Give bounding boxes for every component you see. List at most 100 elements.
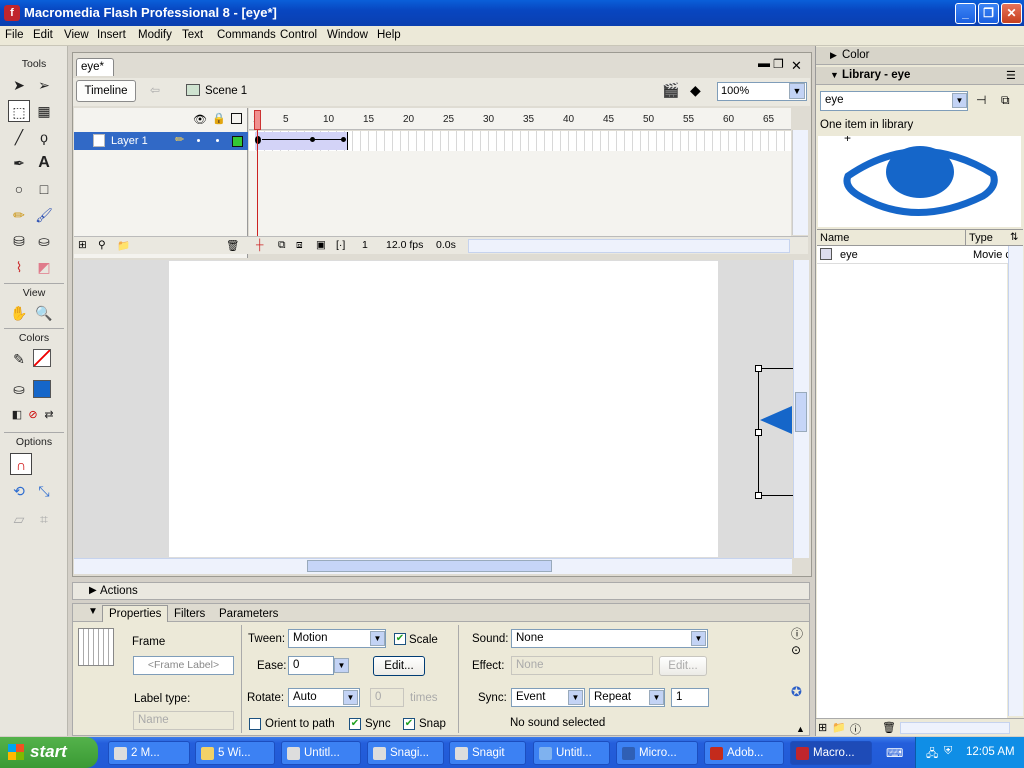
layer-name[interactable]: Layer 1 [111, 135, 148, 147]
edit-scene-icon[interactable]: 🎬 [662, 82, 680, 100]
chevron-down-icon[interactable]: ▼ [691, 631, 706, 646]
frame-ruler[interactable]: 1 5 10 15 20 25 30 35 40 45 50 55 60 65 [249, 108, 791, 130]
lock-dot[interactable] [216, 139, 219, 142]
menu-window[interactable]: Window [327, 29, 368, 41]
maximize-button[interactable]: ❐ [978, 3, 999, 24]
keyframe-start[interactable] [255, 136, 261, 144]
help-icon[interactable]: ⓘ [791, 625, 803, 642]
subselect-tool-icon[interactable]: ➢ [33, 74, 55, 96]
chevron-down-icon[interactable]: ▼ [334, 658, 349, 673]
transform-handle[interactable] [755, 492, 762, 499]
swap-colors-icon[interactable]: ⇄ [38, 404, 60, 426]
outline-icon[interactable] [231, 113, 242, 124]
scroll-thumb[interactable] [795, 392, 807, 432]
menu-edit[interactable]: Edit [33, 29, 53, 41]
edit-icon[interactable]: ⊙ [791, 643, 801, 657]
insert-layer-icon[interactable]: ⊞ [78, 239, 87, 251]
library-horizontal-scrollbar[interactable] [900, 722, 1010, 734]
motion-tween-span[interactable] [255, 132, 348, 150]
new-folder-icon[interactable]: 📁 [832, 721, 846, 734]
taskbar-item[interactable]: Adob... [704, 741, 784, 765]
paint-bucket-tool-icon[interactable]: ⛀ [33, 230, 55, 252]
gradient-transform-tool-icon[interactable]: ▦ [33, 100, 55, 122]
taskbar-item[interactable]: Micro... [616, 741, 698, 765]
brush-tool-icon[interactable]: 🖌 [33, 204, 55, 226]
taskbar-item[interactable]: Snagi... [367, 741, 444, 765]
chevron-down-icon[interactable]: ▼ [789, 83, 805, 99]
edit-symbols-icon[interactable]: ◆ [690, 82, 708, 100]
menu-modify[interactable]: Modify [138, 29, 172, 41]
snap-checkbox[interactable]: ✔ [403, 718, 415, 730]
pencil-tool-icon[interactable]: ✏ [8, 204, 30, 226]
arrow-tool-icon[interactable]: ➤ [8, 74, 30, 96]
taskbar-item-active[interactable]: Macro... [790, 741, 872, 765]
edit-ease-button[interactable]: Edit... [373, 656, 425, 676]
actions-panel-header[interactable]: ▶ Actions [72, 582, 810, 600]
scene-label[interactable]: Scene 1 [205, 85, 247, 97]
add-motion-guide-icon[interactable]: ⚲ [98, 239, 106, 251]
pen-tool-icon[interactable]: ✒ [8, 152, 30, 174]
properties-icon[interactable]: ⓘ [850, 721, 861, 737]
trash-icon[interactable]: 🗑 [882, 721, 896, 734]
color-panel-header[interactable]: ▶ Color [816, 47, 1024, 65]
onion-skin-outlines-icon[interactable]: ⧈ [296, 239, 303, 252]
chevron-down-icon[interactable]: ▼ [370, 631, 385, 646]
playhead[interactable] [254, 110, 261, 130]
keyframe-end[interactable] [341, 137, 346, 142]
menu-commands[interactable]: Commands [217, 29, 276, 41]
taskbar-item[interactable]: 2 M... [108, 741, 190, 765]
transform-handle[interactable] [755, 429, 762, 436]
fill-color-swatch[interactable] [33, 380, 51, 398]
free-transform-tool-icon[interactable]: ⬚ [8, 100, 30, 122]
start-button[interactable]: start [0, 737, 98, 768]
oval-tool-icon[interactable]: ○ [8, 178, 30, 200]
scale-icon[interactable]: ⤡ [33, 480, 55, 502]
hand-tool-icon[interactable]: ✋ [8, 302, 30, 324]
eyedropper-tool-icon[interactable]: ⌇ [8, 256, 30, 278]
sort-icon[interactable]: ⇅ [1010, 232, 1018, 243]
sync-checkbox[interactable]: ✔ [349, 718, 361, 730]
zoom-tool-icon[interactable]: 🔍 [33, 302, 55, 324]
orient-to-path-checkbox[interactable] [249, 718, 261, 730]
minimize-button[interactable]: _ [955, 3, 976, 24]
library-panel-header[interactable]: ▼ Library - eye ☰ [816, 67, 1024, 85]
sound-select[interactable]: None [511, 629, 708, 648]
panel-menu-icon[interactable]: ☰ [1006, 69, 1016, 82]
menu-file[interactable]: File [5, 29, 24, 41]
menu-control[interactable]: Control [280, 29, 317, 41]
chevron-down-icon[interactable]: ▼ [568, 690, 583, 705]
col-type-header[interactable]: Type [969, 232, 993, 244]
layer-outline-color[interactable] [232, 136, 243, 147]
center-frame-icon[interactable]: ┼ [256, 239, 263, 251]
col-name-header[interactable]: Name [820, 232, 849, 244]
document-tab[interactable]: eye* [76, 58, 114, 76]
chevron-down-icon[interactable]: ▼ [343, 690, 358, 705]
edit-multiple-frames-icon[interactable]: ▣ [316, 239, 326, 251]
stroke-color-icon[interactable]: ✎ [8, 348, 30, 370]
taskbar-item[interactable]: Untitl... [281, 741, 361, 765]
tab-parameters[interactable]: Parameters [219, 608, 278, 620]
security-icon[interactable]: ⛨ [944, 745, 952, 758]
taskbar-item[interactable]: 5 Wi... [195, 741, 275, 765]
frame-label-input[interactable]: <Frame Label> [133, 656, 234, 675]
new-symbol-icon[interactable]: ⊞ [818, 721, 827, 734]
keyframe[interactable] [310, 137, 315, 142]
stage[interactable] [169, 261, 718, 557]
lasso-tool-icon[interactable]: ϙ [33, 126, 55, 148]
menu-help[interactable]: Help [377, 29, 401, 41]
transform-handle[interactable] [755, 365, 762, 372]
menu-view[interactable]: View [64, 29, 89, 41]
insert-folder-icon[interactable]: 📁 [117, 239, 130, 252]
library-select[interactable]: eye [820, 91, 968, 111]
chevron-down-icon[interactable]: ▼ [649, 690, 664, 705]
eraser-tool-icon[interactable]: ◩ [33, 256, 55, 278]
doc-close-icon[interactable]: ✕ [791, 58, 802, 74]
timeline-vertical-scrollbar[interactable] [792, 130, 808, 235]
pin-library-icon[interactable]: ⊣ [976, 93, 986, 107]
close-button[interactable]: ✕ [1001, 3, 1022, 24]
scale-checkbox[interactable]: ✔ [394, 633, 406, 645]
timeline-toggle-button[interactable]: Timeline [76, 80, 136, 102]
tab-properties[interactable]: Properties [102, 605, 169, 622]
library-scrollbar[interactable] [1008, 246, 1023, 716]
stroke-color-swatch[interactable] [33, 349, 51, 367]
